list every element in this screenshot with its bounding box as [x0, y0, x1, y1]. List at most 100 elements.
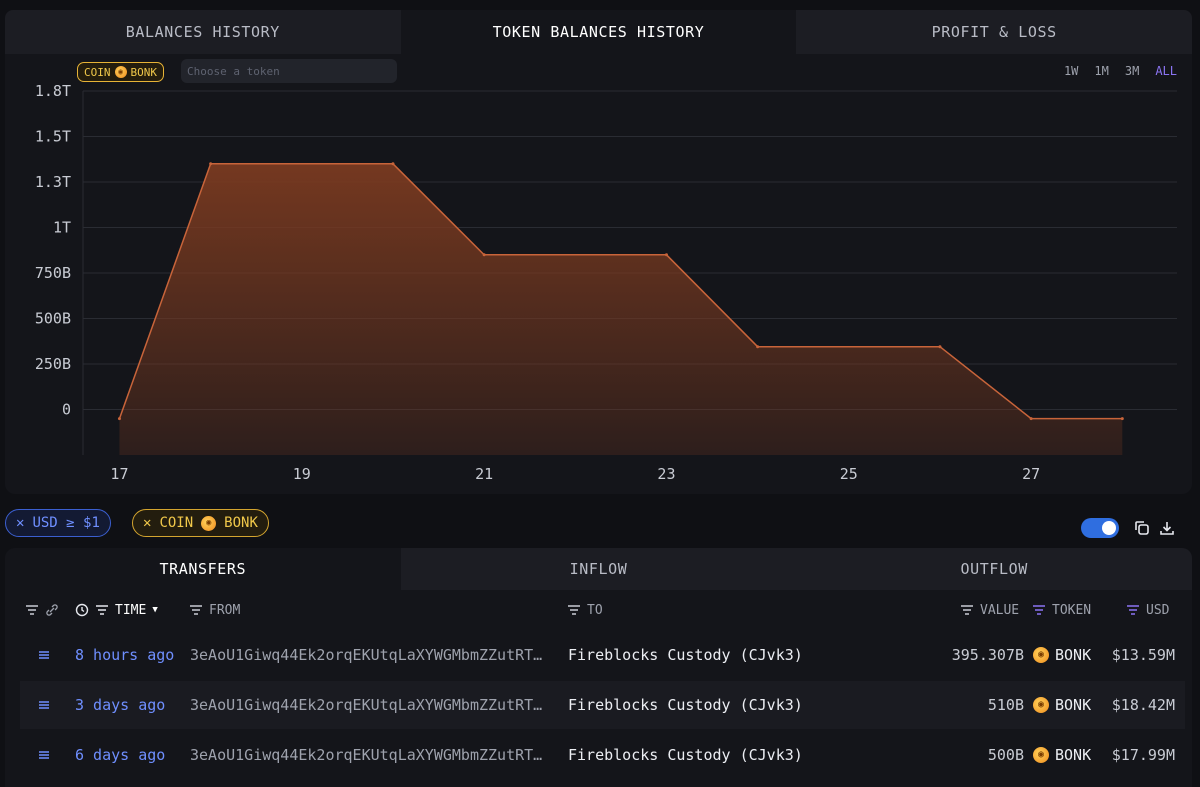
balance-data-point [117, 417, 121, 421]
row-to[interactable]: Fireblocks Custody (CJvk3) [568, 631, 803, 679]
row-usd: $18.42M [1111, 696, 1175, 714]
tab-token-balances-history[interactable]: TOKEN BALANCES HISTORY [400, 10, 797, 54]
bonk-token-icon: ◉ [114, 66, 127, 78]
row-menu-icon[interactable] [38, 681, 50, 729]
download-icon[interactable] [1158, 519, 1176, 537]
token-search-input[interactable] [181, 59, 397, 83]
time-range-selector: 1W 1M 3M ALL [1064, 64, 1177, 78]
header-usd[interactable]: USD [1126, 600, 1169, 620]
balance-area-fill [119, 163, 1123, 456]
balance-data-point [1029, 417, 1033, 421]
coin-filter-prefix: COIN [159, 515, 194, 531]
filter-icon[interactable] [1126, 603, 1140, 617]
header-tools [25, 600, 59, 620]
table-row[interactable]: 8 hours ago 3eAoU1Giwq44Ek2orqEKUtqLaXYW… [20, 631, 1185, 679]
header-token-label: TOKEN [1052, 602, 1092, 618]
row-from[interactable]: 3eAoU1Giwq44Ek2orqEKUtqLaXYWGMbmZZutRT… [190, 731, 550, 779]
balance-data-point [1120, 417, 1124, 421]
row-usd: $17.99M [1111, 746, 1175, 764]
header-to-label: TO [587, 602, 603, 618]
row-token[interactable]: ◉ BONK [1033, 681, 1091, 729]
close-icon[interactable]: ✕ [143, 515, 151, 531]
header-token[interactable]: TOKEN [1032, 600, 1091, 620]
bonk-token-icon: ◉ [1033, 647, 1049, 663]
x-tick-label: 21 [475, 465, 493, 483]
range-1m-button[interactable]: 1M [1094, 64, 1108, 78]
row-token-label: BONK [1055, 646, 1092, 664]
row-from[interactable]: 3eAoU1Giwq44Ek2orqEKUtqLaXYWGMbmZZutRT… [190, 681, 550, 729]
header-value[interactable]: VALUE [960, 600, 1019, 620]
balance-data-point [482, 253, 486, 257]
row-token[interactable]: ◉ BONK [1033, 731, 1091, 779]
view-toggle[interactable] [1081, 518, 1119, 538]
row-value: 500B [987, 746, 1024, 764]
tab-transfers[interactable]: TRANSFERS [5, 548, 401, 590]
row-to[interactable]: Fireblocks Custody (CJvk3) [568, 681, 803, 729]
coin-filter-token: BONK [224, 515, 258, 531]
balance-area-chart: 1.8T 1.5T 1.3T 1T 750B 500B 250B 0 17 19 21 23 25 27 [35, 82, 1177, 483]
table-row[interactable]: 3 days ago 3eAoU1Giwq44Ek2orqEKUtqLaXYWG… [20, 681, 1185, 729]
link-icon[interactable] [45, 603, 59, 617]
table-row[interactable]: 6 days ago 3eAoU1Giwq44Ek2orqEKUtqLaXYWG… [20, 731, 1185, 779]
y-tick-label: 1.5T [35, 128, 71, 146]
row-token-label: BONK [1055, 696, 1092, 714]
x-tick-label: 27 [1022, 465, 1040, 483]
chart-panel: 1.8T 1.5T 1.3T 1T 750B 500B 250B 0 17 19 21 23 25 27 … [5, 54, 1192, 494]
range-3m-button[interactable]: 3M [1125, 64, 1139, 78]
row-menu-icon[interactable] [38, 731, 50, 779]
x-tick-label: 19 [293, 465, 311, 483]
y-tick-label: 1T [53, 219, 71, 237]
balance-data-point [664, 253, 668, 257]
coin-chip-prefix: COIN [84, 65, 111, 79]
coin-filter-chip-bottom[interactable]: ✕ COIN ◉ BONK [132, 509, 269, 537]
row-to[interactable]: Fireblocks Custody (CJvk3) [568, 731, 803, 779]
top-tab-bar: BALANCES HISTORY TOKEN BALANCES HISTORY … [5, 10, 1193, 54]
filter-icon[interactable] [189, 603, 203, 617]
row-time[interactable]: 8 hours ago [75, 631, 174, 679]
table-tab-bar: TRANSFERS INFLOW OUTFLOW [5, 548, 1192, 590]
bonk-token-icon: ◉ [1033, 697, 1049, 713]
transfers-panel: TRANSFERS INFLOW OUTFLOW TIME ▼ FROM TO … [5, 548, 1192, 787]
row-time[interactable]: 6 days ago [75, 731, 165, 779]
table-header: TIME ▼ FROM TO VALUE TOKEN USD [5, 600, 1192, 620]
y-tick-label: 750B [35, 264, 71, 282]
header-time[interactable]: TIME ▼ [75, 600, 158, 620]
header-value-label: VALUE [980, 602, 1020, 618]
range-all-button[interactable]: ALL [1155, 64, 1177, 78]
header-time-label: TIME [115, 602, 147, 618]
tab-outflow[interactable]: OUTFLOW [796, 548, 1192, 590]
header-to[interactable]: TO [567, 600, 603, 620]
balance-data-point [391, 162, 395, 166]
coin-filter-chip[interactable]: COIN ◉ BONK [77, 62, 164, 82]
filter-icon[interactable] [25, 603, 39, 617]
y-tick-label: 500B [35, 310, 71, 328]
header-from-label: FROM [209, 602, 241, 618]
copy-icon[interactable] [1133, 519, 1151, 537]
row-token[interactable]: ◉ BONK [1033, 631, 1091, 679]
sort-desc-icon[interactable]: ▼ [152, 605, 157, 615]
filter-icon[interactable] [1032, 603, 1046, 617]
range-1w-button[interactable]: 1W [1064, 64, 1078, 78]
y-tick-label: 0 [62, 401, 71, 419]
header-from[interactable]: FROM [189, 600, 240, 620]
close-icon[interactable]: ✕ [16, 515, 24, 531]
y-tick-label: 1.3T [35, 173, 71, 191]
tab-balances-history[interactable]: BALANCES HISTORY [5, 10, 401, 54]
tab-inflow[interactable]: INFLOW [400, 548, 797, 590]
row-time[interactable]: 3 days ago [75, 681, 165, 729]
row-menu-icon[interactable] [38, 631, 50, 679]
usd-filter-label: USD ≥ $1 [32, 515, 100, 531]
row-value: 395.307B [951, 646, 1024, 664]
row-token-label: BONK [1055, 746, 1092, 764]
tab-profit-loss[interactable]: PROFIT & LOSS [796, 10, 1193, 54]
row-value: 510B [987, 696, 1024, 714]
filter-icon[interactable] [960, 603, 974, 617]
row-usd: $13.59M [1111, 646, 1175, 664]
y-tick-label: 1.8T [35, 82, 71, 100]
row-from[interactable]: 3eAoU1Giwq44Ek2orqEKUtqLaXYWGMbmZZutRT… [190, 631, 550, 679]
filter-icon[interactable] [567, 603, 581, 617]
y-tick-label: 250B [35, 355, 71, 373]
header-usd-label: USD [1146, 602, 1170, 618]
filter-icon[interactable] [95, 603, 109, 617]
usd-filter-chip[interactable]: ✕ USD ≥ $1 [5, 509, 111, 537]
